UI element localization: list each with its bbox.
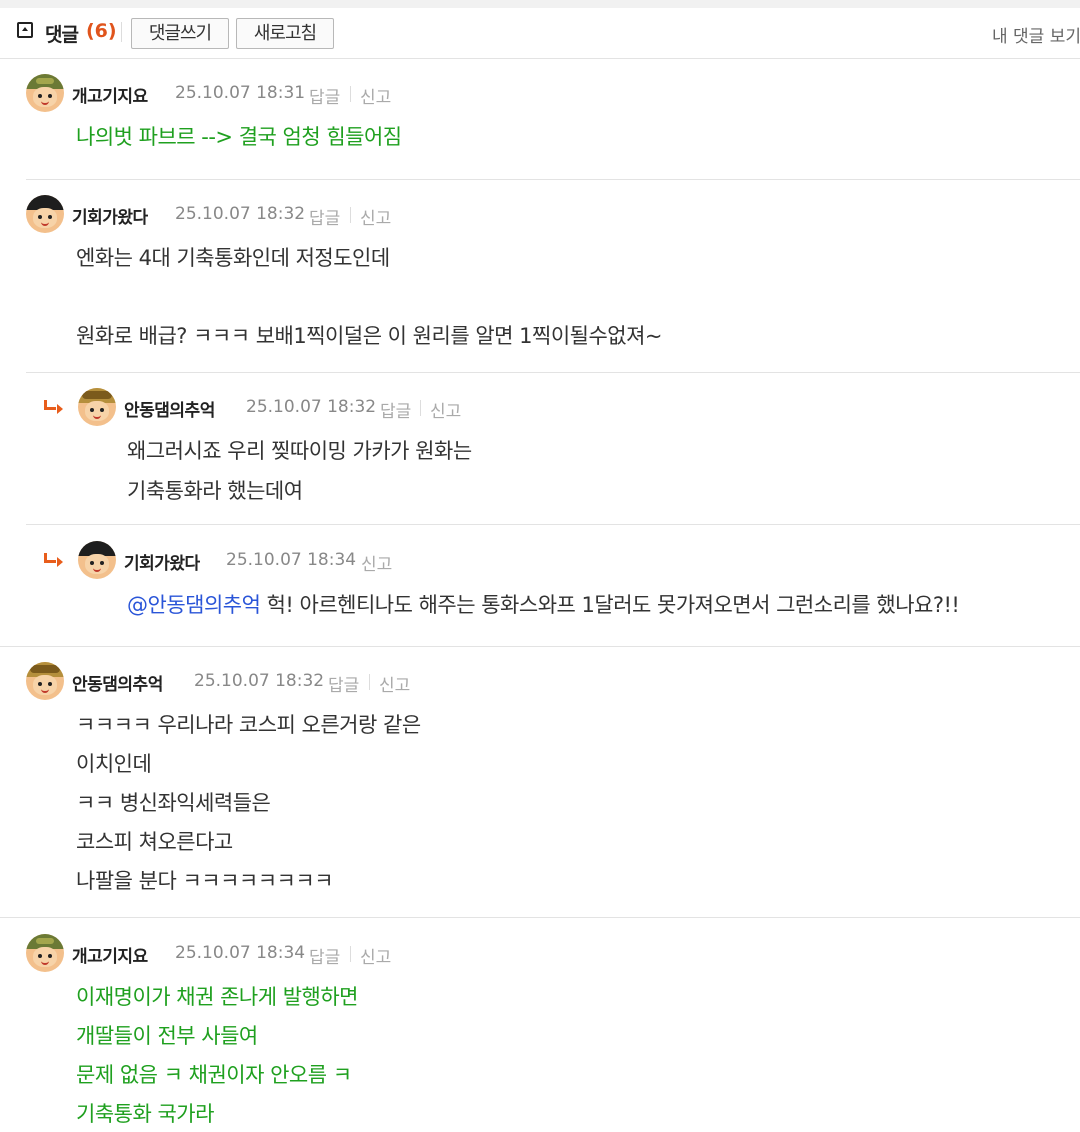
comment-header: 댓글 (6) 댓글쓰기 새로고침 내 댓글 보기: [0, 8, 1080, 59]
comment-divider: [0, 646, 1080, 647]
report-link[interactable]: 신고: [360, 83, 391, 108]
comment-text-line: 이치인데: [76, 752, 152, 776]
comment-text-line: 코스피 쳐오른다고: [76, 830, 233, 854]
army-helmet-icon[interactable]: [26, 74, 64, 112]
comment-text-line: ㅋㅋㅋㅋ 우리나라 코스피 오른거랑 같은: [76, 713, 421, 737]
comment-divider: [26, 372, 1080, 373]
comment-divider: [26, 179, 1080, 180]
comment-text: 헉! 아르헨티나도 해주는 통화스와프 1달러도 못가져오면서 그런소리를 했나…: [260, 593, 960, 617]
action-divider: [350, 946, 351, 962]
comment-divider: [26, 524, 1080, 525]
comment-date: 25.10.07 18:31: [175, 83, 306, 103]
comment-divider: [0, 917, 1080, 918]
comment-text-line: 원화로 배급? ㅋㅋㅋ 보배1찍이덜은 이 원리를 알면 1찍이될수없져~: [76, 324, 663, 348]
write-comment-button[interactable]: 댓글쓰기: [131, 18, 229, 49]
comment-text-line: 문제 없음 ㅋ 채권이자 안오름 ㅋ: [76, 1063, 352, 1087]
comment-text-line: 엔화는 4대 기축통화인데 저정도인데: [76, 246, 390, 270]
comment-nickname[interactable]: 개고기지요: [72, 82, 148, 107]
action-divider: [420, 400, 421, 416]
top-strip: [0, 0, 1080, 8]
army-helmet-icon[interactable]: [26, 934, 64, 972]
comment-text-line: 이재명이가 채권 존나게 발행하면: [76, 985, 359, 1009]
comment-count: (6): [86, 20, 117, 42]
comment-text-line: 개딸들이 전부 사들여: [76, 1024, 258, 1048]
report-link[interactable]: 신고: [360, 943, 391, 968]
reply-link[interactable]: 답글: [380, 397, 411, 422]
comment-nickname[interactable]: 안동댐의추억: [72, 670, 163, 695]
comment-date: 25.10.07 18:34: [175, 943, 306, 963]
report-link[interactable]: 신고: [361, 550, 392, 575]
helmet-icon[interactable]: [78, 388, 116, 426]
comment-nickname[interactable]: 기회가왔다: [72, 203, 148, 228]
reply-link[interactable]: 답글: [309, 83, 340, 108]
comment-text-line: 왜그러시죠 우리 찢따이밍 가카가 원화는: [127, 439, 472, 463]
comment-section: 댓글 (6) 댓글쓰기 새로고침 내 댓글 보기 개고기지요 25.10.07 …: [0, 0, 1080, 1132]
report-link[interactable]: 신고: [379, 671, 410, 696]
report-link[interactable]: 신고: [430, 397, 461, 422]
helmet-icon[interactable]: [26, 662, 64, 700]
comment-date: 25.10.07 18:32: [194, 671, 325, 691]
reply-arrow-icon: [44, 400, 63, 414]
comment-title: 댓글: [45, 24, 79, 46]
reply-link[interactable]: 답글: [309, 943, 340, 968]
header-divider: [121, 22, 122, 42]
my-comments-link[interactable]: 내 댓글 보기: [992, 22, 1080, 47]
comment-text-line: 기축통화라 했는데여: [127, 479, 303, 503]
black-hair-icon[interactable]: [26, 195, 64, 233]
comment-nickname[interactable]: 안동댐의추억: [124, 396, 215, 421]
comment-date: 25.10.07 18:32: [175, 204, 306, 224]
comment-text-line: ㅋㅋ 병신좌익세력들은: [76, 791, 271, 815]
comment-text-line: 기축통화 국가라: [76, 1102, 214, 1126]
collapse-toggle-icon[interactable]: [17, 22, 33, 38]
comment-text-line: 나의벗 파브르 --> 결국 엄청 힘들어짐: [76, 125, 402, 149]
report-link[interactable]: 신고: [360, 204, 391, 229]
comment-date: 25.10.07 18:34: [226, 550, 357, 570]
comment-nickname[interactable]: 기회가왔다: [124, 549, 200, 574]
action-divider: [350, 207, 351, 223]
comment-nickname[interactable]: 개고기지요: [72, 942, 148, 967]
refresh-button[interactable]: 새로고침: [236, 18, 334, 49]
action-divider: [369, 674, 370, 690]
comment-text-line: @안동댐의추억 헉! 아르헨티나도 해주는 통화스와프 1달러도 못가져오면서 …: [127, 589, 960, 619]
comment-text-line: 나팔을 분다 ㅋㅋㅋㅋㅋㅋㅋㅋ: [76, 869, 334, 893]
action-divider: [350, 86, 351, 102]
reply-arrow-icon: [44, 553, 63, 567]
reply-link[interactable]: 답글: [328, 671, 359, 696]
reply-link[interactable]: 답글: [309, 204, 340, 229]
black-hair-icon[interactable]: [78, 541, 116, 579]
comment-date: 25.10.07 18:32: [246, 397, 377, 417]
mention-link[interactable]: @안동댐의추억: [127, 593, 261, 617]
